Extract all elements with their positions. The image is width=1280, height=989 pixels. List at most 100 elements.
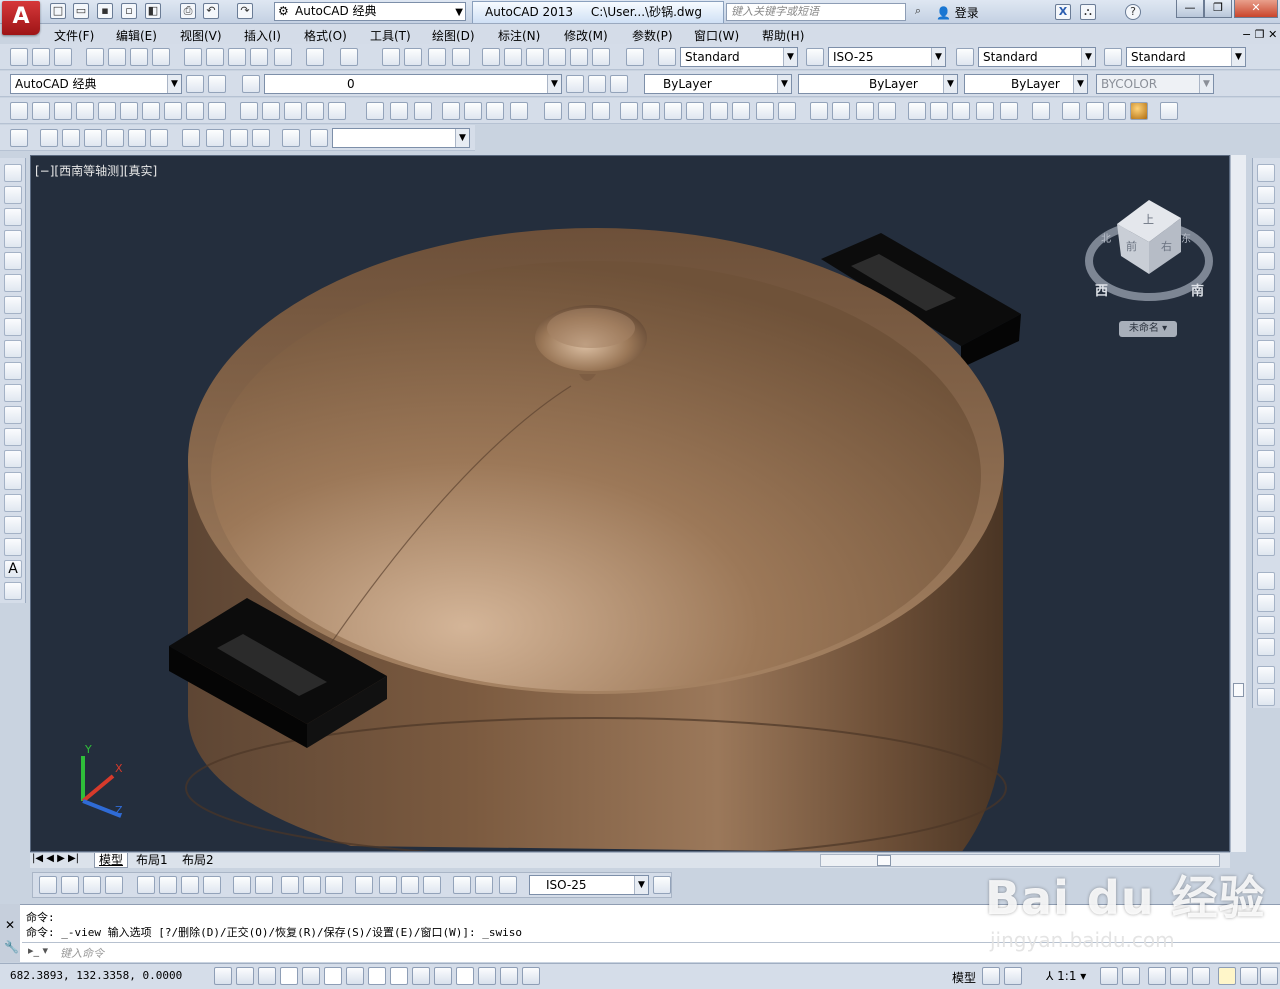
break-icon[interactable] [1257, 428, 1275, 446]
subtract-icon[interactable] [390, 102, 408, 120]
zoom-realtime-icon[interactable] [404, 48, 422, 66]
dim-style-combo[interactable]: ISO-25 ▼ [828, 47, 946, 67]
viewcube-right-face[interactable]: 右 [1161, 238, 1172, 254]
viewcube-north[interactable]: 北 [1101, 230, 1111, 245]
copy-edges-icon[interactable] [810, 102, 828, 120]
selection-cycling-icon[interactable] [500, 967, 518, 985]
block-editor-icon[interactable] [274, 48, 292, 66]
tab-layout2[interactable]: 布局2 [178, 853, 218, 868]
jogged-dim-icon[interactable] [159, 876, 177, 894]
toolbar-lock-icon[interactable] [1170, 967, 1188, 985]
fillet-icon[interactable] [1257, 494, 1275, 512]
command-prompt-icon[interactable]: ▸_ ▾ [28, 944, 48, 957]
3d-align-icon[interactable] [486, 102, 504, 120]
autocad-logo-button[interactable]: A [2, 1, 40, 35]
stretch-icon[interactable] [1257, 340, 1275, 358]
hscroll-thumb[interactable] [877, 855, 891, 866]
color-combo[interactable]: ByLayer ▼ [644, 74, 792, 94]
annotation-monitor-icon[interactable] [522, 967, 540, 985]
dim-update-icon[interactable] [499, 876, 517, 894]
menu-help[interactable]: 帮助(H) [762, 27, 804, 44]
make-current-layer-icon[interactable] [566, 75, 584, 93]
linetype-combo[interactable]: ByLayer ▼ [798, 74, 958, 94]
undo-icon[interactable]: ↶ [203, 3, 219, 19]
plot-icon[interactable]: ⎙ [180, 3, 196, 19]
menu-modify[interactable]: 修改(M) [564, 27, 608, 44]
text-style-combo[interactable]: Standard ▼ [680, 47, 798, 67]
color-edges-icon[interactable] [832, 102, 850, 120]
save-as-icon[interactable]: ▫ [121, 3, 137, 19]
bottom-view-icon[interactable] [62, 129, 80, 147]
front-view-icon[interactable] [128, 129, 146, 147]
gradient-icon[interactable] [4, 494, 22, 512]
grid-display-icon[interactable] [258, 967, 276, 985]
trim-icon[interactable] [1257, 362, 1275, 380]
polyline-icon[interactable] [4, 208, 22, 226]
sw-iso-icon[interactable] [182, 129, 200, 147]
help-icon[interactable]: ? [1125, 4, 1141, 20]
sphere-icon[interactable] [98, 102, 116, 120]
cursor-coordinates[interactable]: 682.3893, 132.3358, 0.0000 [10, 969, 182, 982]
zoom-icon[interactable] [310, 129, 328, 147]
3d-move-icon[interactable] [442, 102, 460, 120]
imprint-icon[interactable] [856, 102, 874, 120]
3d-osnap-icon[interactable] [346, 967, 364, 985]
draw-order-back-icon[interactable] [1257, 594, 1275, 612]
loft-icon[interactable] [328, 102, 346, 120]
open-file-icon[interactable]: ▭ [73, 3, 89, 19]
new-icon[interactable] [10, 48, 28, 66]
rotate-faces-icon[interactable] [710, 102, 728, 120]
menu-dimension[interactable]: 标注(N) [498, 27, 540, 44]
copy-icon[interactable] [1257, 186, 1275, 204]
model-space-label[interactable]: 模型 [952, 969, 976, 986]
dim-text-edit-icon[interactable] [475, 876, 493, 894]
menu-tools[interactable]: 工具(T) [370, 27, 411, 44]
paste-icon[interactable] [228, 48, 246, 66]
menu-edit[interactable]: 编辑(E) [116, 27, 157, 44]
viewcube-east[interactable]: 东 [1181, 230, 1191, 245]
ucs-menu-button[interactable]: 未命名 ▾ [1119, 321, 1177, 337]
vertical-scrollbar[interactable] [1230, 155, 1246, 852]
transparency-icon[interactable] [456, 967, 474, 985]
cylinder-icon[interactable] [120, 102, 138, 120]
explode-icon[interactable] [1257, 538, 1275, 556]
design-center-icon[interactable] [504, 48, 522, 66]
menu-insert[interactable]: 插入(I) [244, 27, 281, 44]
match-properties-icon[interactable] [250, 48, 268, 66]
text-style-icon[interactable] [658, 48, 676, 66]
object-snap-icon[interactable] [324, 967, 342, 985]
right-view-icon[interactable] [106, 129, 124, 147]
draw-order-front-icon[interactable] [1257, 572, 1275, 590]
union-solid-icon[interactable] [544, 102, 562, 120]
dynamic-input-icon[interactable] [412, 967, 430, 985]
quick-view-layouts-icon[interactable] [982, 967, 1000, 985]
search-input[interactable]: 键入关键字或短语 [726, 3, 906, 21]
save-icon[interactable] [54, 48, 72, 66]
wrench-icon[interactable]: 🔧 [4, 940, 19, 954]
slice-icon[interactable] [908, 102, 926, 120]
workspace-switch-combo[interactable]: ⚙ AutoCAD 经典 ▼ [274, 2, 466, 21]
scale-icon[interactable] [1257, 318, 1275, 336]
nw-iso-icon[interactable] [252, 129, 270, 147]
plot-icon[interactable] [86, 48, 104, 66]
login-link[interactable]: 👤 登录 [936, 4, 979, 21]
spline-icon[interactable] [4, 340, 22, 358]
rectangle-icon[interactable] [4, 252, 22, 270]
erase-icon[interactable] [1257, 164, 1275, 182]
properties-icon[interactable] [482, 48, 500, 66]
mleader-style-combo[interactable]: Standard ▼ [1126, 47, 1246, 67]
close-icon[interactable]: ✕ [5, 918, 15, 932]
doc-window-controls[interactable]: − ❐ ✕ [1242, 28, 1277, 41]
point-icon[interactable] [4, 450, 22, 468]
table-style-icon[interactable] [956, 48, 974, 66]
extend-icon[interactable] [1257, 384, 1275, 402]
tab-model[interactable]: 模型 [94, 853, 129, 868]
intersect-icon[interactable] [414, 102, 432, 120]
hardware-acceleration-icon[interactable] [1192, 967, 1210, 985]
make-block-icon[interactable] [4, 428, 22, 446]
construction-line-icon[interactable] [4, 186, 22, 204]
annotation-visibility-icon[interactable] [1100, 967, 1118, 985]
interfere-icon[interactable] [1000, 102, 1018, 120]
clean-screen-icon[interactable] [1260, 967, 1278, 985]
cone-icon[interactable] [76, 102, 94, 120]
